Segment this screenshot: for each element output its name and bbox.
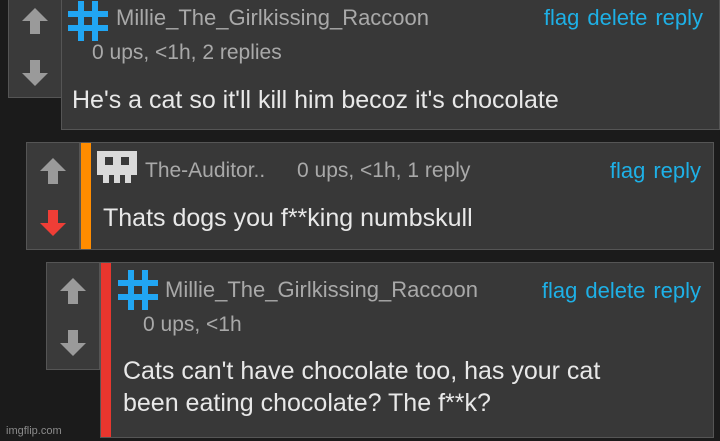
- reply-link[interactable]: reply: [655, 5, 703, 31]
- comment-card: Millie_The_Girlkissing_Raccoon flag dele…: [61, 0, 720, 130]
- comment-meta: 0 ups, <1h, 2 replies: [92, 41, 282, 64]
- vote-box: [8, 0, 62, 98]
- reply-accent-bar: [81, 143, 91, 249]
- comment-username[interactable]: Millie_The_Girlkissing_Raccoon: [165, 277, 478, 303]
- comment-actions: flag reply: [610, 158, 701, 184]
- upvote-arrow-icon: [22, 8, 48, 34]
- comment-body: Thats dogs you f**king numbskull: [103, 204, 473, 232]
- comment-meta: 0 ups, <1h: [143, 313, 242, 336]
- reply-link[interactable]: reply: [653, 278, 701, 304]
- comment-card: Millie_The_Girlkissing_Raccoon flag dele…: [100, 262, 714, 438]
- comment-meta: 0 ups, <1h, 1 reply: [297, 159, 471, 182]
- upvote-button[interactable]: [47, 265, 99, 317]
- comment-actions: flag delete reply: [544, 5, 703, 31]
- hashtag-icon[interactable]: [68, 1, 108, 41]
- upvote-arrow-icon: [40, 158, 66, 184]
- comment-2: The-Auditor.. 0 ups, <1h, 1 reply flag r…: [26, 142, 714, 250]
- comment-card: The-Auditor.. 0 ups, <1h, 1 reply flag r…: [80, 142, 714, 250]
- vote-box: [46, 262, 100, 370]
- watermark: imgflip.com: [6, 425, 62, 437]
- comment-1: Millie_The_Girlkissing_Raccoon flag dele…: [8, 0, 720, 130]
- downvote-arrow-icon: [40, 210, 66, 236]
- comment-body-line-2: been eating chocolate? The f**k?: [123, 389, 491, 417]
- comment-username[interactable]: The-Auditor..: [145, 159, 265, 183]
- reply-link[interactable]: reply: [653, 158, 701, 184]
- flag-link[interactable]: flag: [610, 158, 645, 184]
- downvote-arrow-icon: [60, 330, 86, 356]
- comment-3: Millie_The_Girlkissing_Raccoon flag dele…: [46, 262, 714, 438]
- comment-body: Cats can't have chocolate too, has your …: [123, 355, 600, 419]
- delete-link[interactable]: delete: [587, 5, 647, 31]
- downvote-button[interactable]: [47, 317, 99, 369]
- delete-link[interactable]: delete: [585, 278, 645, 304]
- hashtag-icon[interactable]: [118, 270, 158, 310]
- vote-box: [26, 142, 80, 250]
- comment-username[interactable]: Millie_The_Girlkissing_Raccoon: [116, 5, 429, 31]
- comment-actions: flag delete reply: [542, 278, 701, 304]
- flag-link[interactable]: flag: [544, 5, 579, 31]
- downvote-arrow-icon: [22, 60, 48, 86]
- flag-link[interactable]: flag: [542, 278, 577, 304]
- comment-body: He's a cat so it'll kill him becoz it's …: [72, 86, 559, 114]
- pixel-face-icon[interactable]: [97, 151, 137, 183]
- downvote-button[interactable]: [9, 47, 61, 99]
- upvote-arrow-icon: [60, 278, 86, 304]
- upvote-button[interactable]: [27, 145, 79, 197]
- downvote-button[interactable]: [27, 197, 79, 249]
- reply-accent-bar: [101, 263, 111, 437]
- upvote-button[interactable]: [9, 0, 61, 47]
- comment-body-line-1: Cats can't have chocolate too, has your …: [123, 357, 601, 385]
